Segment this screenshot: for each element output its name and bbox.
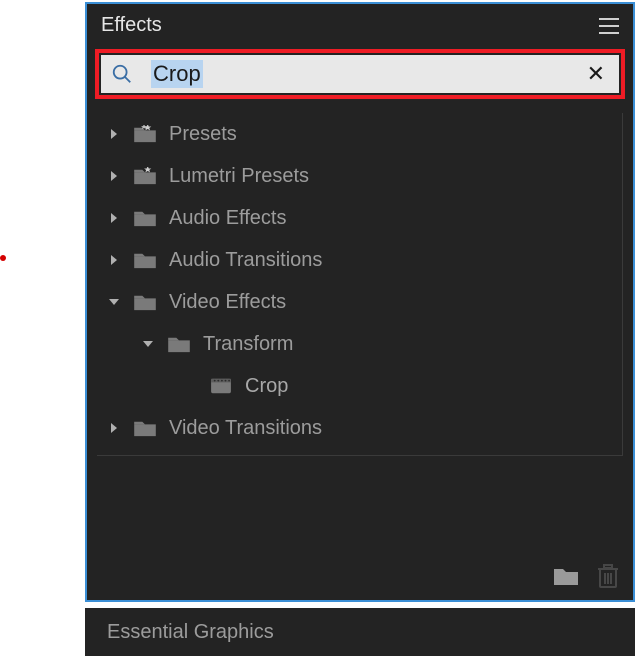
tree-item-lumetri-presets[interactable]: Lumetri Presets — [97, 155, 622, 197]
search-input-text[interactable]: Crop — [151, 60, 583, 88]
tree-item-video-transitions[interactable]: Video Transitions — [97, 407, 622, 449]
search-highlight-annotation: Crop ✕ — [95, 49, 625, 99]
tree-item-presets[interactable]: Presets — [97, 113, 622, 155]
chevron-down-icon[interactable] — [107, 297, 121, 307]
tree-item-label: Lumetri Presets — [169, 165, 309, 188]
folder-icon — [167, 335, 191, 353]
tree-item-label: Video Effects — [169, 291, 286, 314]
effects-panel: Effects Crop ✕ — [85, 2, 635, 602]
chevron-right-icon[interactable] — [107, 212, 121, 224]
essential-graphics-title: Essential Graphics — [107, 621, 274, 644]
effect-icon — [209, 377, 233, 395]
search-value: Crop — [151, 60, 203, 88]
delete-button — [597, 564, 619, 588]
chevron-down-icon[interactable] — [141, 339, 155, 349]
tree-item-label: Audio Transitions — [169, 249, 322, 272]
folder-icon — [133, 293, 157, 311]
effects-search-field[interactable]: Crop ✕ — [101, 55, 619, 93]
tree-item-label: Audio Effects — [169, 207, 286, 230]
tree-item-crop[interactable]: Crop — [97, 365, 622, 407]
folder-icon — [133, 251, 157, 269]
chevron-right-icon[interactable] — [107, 170, 121, 182]
clear-search-button[interactable]: ✕ — [583, 63, 609, 85]
preset-bin-icon — [133, 167, 157, 185]
new-bin-button[interactable] — [553, 566, 579, 586]
effects-panel-title: Effects — [101, 14, 162, 37]
panel-menu-icon[interactable] — [599, 18, 619, 34]
folder-icon — [133, 419, 157, 437]
chevron-right-icon[interactable] — [107, 254, 121, 266]
essential-graphics-panel-header[interactable]: Essential Graphics — [85, 608, 635, 656]
effects-panel-header: Effects — [87, 4, 633, 49]
folder-icon — [133, 209, 157, 227]
effects-panel-footer — [553, 564, 619, 588]
chevron-right-icon[interactable] — [107, 422, 121, 434]
tree-item-label: Video Transitions — [169, 417, 322, 440]
search-icon — [111, 63, 133, 85]
tree-item-audio-transitions[interactable]: Audio Transitions — [97, 239, 622, 281]
tree-item-label: Transform — [203, 333, 293, 356]
tree-item-label: Crop — [245, 375, 288, 398]
chevron-right-icon[interactable] — [107, 128, 121, 140]
tree-item-label: Presets — [169, 123, 237, 146]
effects-tree: Presets Lumetri Presets — [97, 113, 623, 456]
preset-bin-icon — [133, 125, 157, 143]
annotation-red-dot — [0, 255, 6, 261]
tree-item-transform[interactable]: Transform — [97, 323, 622, 365]
tree-item-video-effects[interactable]: Video Effects — [97, 281, 622, 323]
tree-item-audio-effects[interactable]: Audio Effects — [97, 197, 622, 239]
